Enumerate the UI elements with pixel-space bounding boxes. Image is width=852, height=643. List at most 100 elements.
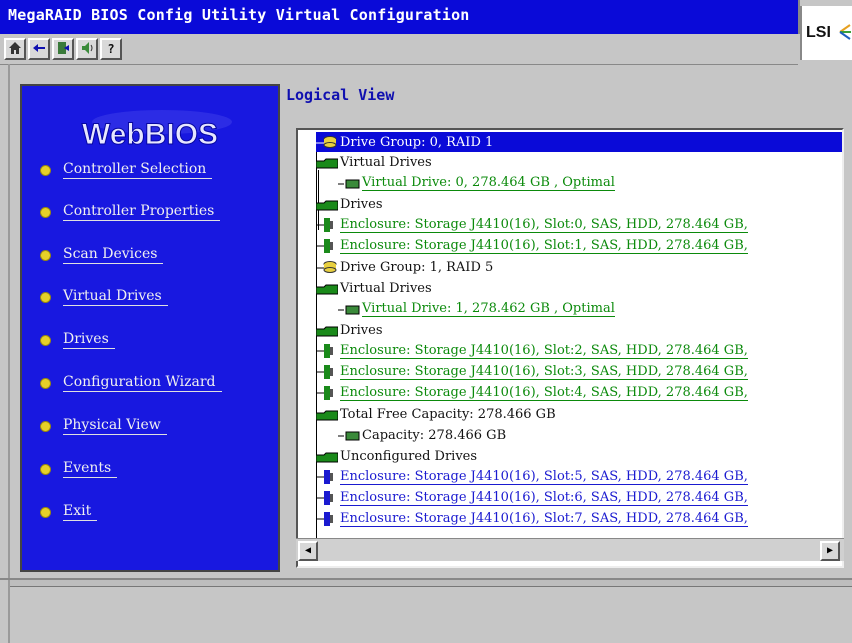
menu-label: Controller Properties (63, 203, 221, 221)
tree-row-label: Enclosure: Storage J4410(16), Slot:1, SA… (340, 238, 748, 254)
bullet-icon (40, 377, 51, 389)
menu-drives[interactable]: Drives (40, 328, 115, 352)
tree-row-drive-slot-5[interactable]: Enclosure: Storage J4410(16), Slot:5, SA… (316, 467, 748, 487)
menu-label: Exit (63, 503, 98, 521)
tree-row-label: Enclosure: Storage J4410(16), Slot:4, SA… (340, 385, 748, 401)
virtual-drive-icon (338, 176, 360, 190)
tree-row-drive-slot-1[interactable]: Enclosure: Storage J4410(16), Slot:1, SA… (316, 236, 748, 256)
bullet-icon (40, 463, 51, 475)
bullet-icon (40, 291, 51, 303)
menu-label: Scan Devices (63, 246, 164, 264)
toolbar: ? (0, 34, 798, 65)
status-bar (10, 580, 852, 587)
home-icon[interactable] (4, 38, 26, 60)
tree-row-label: Unconfigured Drives (340, 448, 478, 464)
menu-configuration-wizard[interactable]: Configuration Wizard (40, 371, 222, 395)
menu-physical-view[interactable]: Physical View (40, 414, 167, 438)
capacity-icon (338, 428, 360, 442)
tree-row-capacity[interactable]: Capacity: 278.466 GB (338, 425, 506, 445)
tree-row-unconfigured-drives[interactable]: Unconfigured Drives (315, 446, 478, 466)
window-title: MegaRAID BIOS Config Utility Virtual Con… (8, 6, 470, 24)
tree-row-virtual-drives[interactable]: Virtual Drives (315, 152, 432, 172)
tree-row-drive-slot-0[interactable]: Enclosure: Storage J4410(16), Slot:0, SA… (316, 215, 748, 235)
lsi-rays-icon (839, 24, 851, 40)
bullet-icon (40, 420, 51, 432)
hdd-green-icon (316, 344, 338, 358)
tree-row-label: Virtual Drive: 1, 278.462 GB , Optimal (362, 301, 615, 317)
tree-row-label: Virtual Drives (340, 154, 432, 170)
tree-row-drive-slot-3[interactable]: Enclosure: Storage J4410(16), Slot:3, SA… (316, 362, 748, 382)
menu-virtual-drives[interactable]: Virtual Drives (40, 285, 168, 309)
tree-row-drive-slot-6[interactable]: Enclosure: Storage J4410(16), Slot:6, SA… (316, 488, 748, 508)
tree-row-drive-slot-2[interactable]: Enclosure: Storage J4410(16), Slot:2, SA… (316, 341, 748, 361)
disk-group-icon (316, 260, 338, 274)
tree-row-label: Enclosure: Storage J4410(16), Slot:5, SA… (340, 469, 748, 485)
hdd-green-icon (316, 218, 338, 232)
tree-row-virtual-drive-0[interactable]: Virtual Drive: 0, 278.464 GB , Optimal (338, 173, 615, 193)
tree-row-label: Enclosure: Storage J4410(16), Slot:2, SA… (340, 343, 748, 359)
tree-row-label: Total Free Capacity: 278.466 GB (340, 406, 556, 422)
folder-icon (315, 407, 339, 421)
bullet-icon (40, 164, 51, 176)
hdd-blue-icon (316, 491, 338, 505)
tree-row-label: Enclosure: Storage J4410(16), Slot:3, SA… (340, 364, 748, 380)
scroll-right-icon[interactable]: ▶ (820, 541, 840, 561)
tree-row-label: Virtual Drive: 0, 278.464 GB , Optimal (362, 175, 615, 191)
logical-tree[interactable]: Drive Group: 0, RAID 1 Virtual Drives Vi… (296, 128, 844, 568)
menu-label: Virtual Drives (63, 288, 168, 306)
svg-text:WebBIOS: WebBIOS (82, 118, 218, 151)
tree-row-label: Drives (340, 196, 383, 212)
menu-controller-properties[interactable]: Controller Properties (40, 200, 221, 224)
virtual-drive-icon (338, 302, 360, 316)
menu-label: Events (63, 460, 118, 478)
folder-icon (315, 281, 339, 295)
menu-scan-devices[interactable]: Scan Devices (40, 243, 164, 267)
disk-group-icon (316, 135, 338, 149)
tree-row-virtual-drive-1[interactable]: Virtual Drive: 1, 278.462 GB , Optimal (338, 299, 615, 319)
bullet-icon (40, 506, 51, 518)
webbios-logo: WebBIOS (81, 110, 232, 152)
help-question-icon[interactable]: ? (100, 38, 122, 60)
bullet-icon (40, 249, 51, 261)
back-arrow-icon[interactable] (28, 38, 50, 60)
hdd-green-icon (316, 239, 338, 253)
hdd-green-icon (316, 365, 338, 379)
tree-row-label: Virtual Drives (340, 280, 432, 296)
tree-row-label: Drives (340, 322, 383, 338)
view-header: Logical View (282, 80, 852, 120)
tree-row-label: Enclosure: Storage J4410(16), Slot:7, SA… (340, 511, 748, 527)
menu-exit[interactable]: Exit (40, 500, 98, 524)
bullet-icon (40, 334, 51, 346)
tree-row-drive-slot-4[interactable]: Enclosure: Storage J4410(16), Slot:4, SA… (316, 383, 748, 403)
exit-door-icon[interactable] (52, 38, 74, 60)
tree-row-drives[interactable]: Drives (315, 194, 383, 214)
view-title: Logical View (286, 86, 395, 104)
menu-label: Physical View (63, 417, 167, 435)
lsi-logo: LSI (800, 6, 852, 60)
lsi-logo-text: LSI (806, 24, 831, 41)
folder-icon (315, 323, 339, 337)
menu-events[interactable]: Events (40, 457, 118, 481)
folder-icon (315, 449, 339, 463)
tree-row-virtual-drives[interactable]: Virtual Drives (315, 278, 432, 298)
tree-row-label: Enclosure: Storage J4410(16), Slot:6, SA… (340, 490, 748, 506)
menu-label: Controller Selection (63, 161, 213, 179)
tree-row-label: Drive Group: 0, RAID 1 (340, 134, 494, 150)
tree-row-label: Drive Group: 1, RAID 5 (340, 259, 494, 275)
tree-row-total-free-capacity[interactable]: Total Free Capacity: 278.466 GB (315, 404, 556, 424)
horizontal-scrollbar[interactable]: ◀ ▶ (296, 538, 844, 561)
menu-controller-selection[interactable]: Controller Selection (40, 158, 213, 182)
window-edge (8, 64, 10, 643)
speaker-icon[interactable] (76, 38, 98, 60)
folder-icon (315, 197, 339, 211)
sidebar: WebBIOS Controller Selection Controller … (20, 84, 280, 572)
scroll-left-icon[interactable]: ◀ (298, 541, 318, 561)
tree-row-drive-slot-7[interactable]: Enclosure: Storage J4410(16), Slot:7, SA… (316, 509, 748, 529)
hdd-green-icon (316, 386, 338, 400)
tree-row-drive-group-1[interactable]: Drive Group: 1, RAID 5 (316, 257, 493, 277)
tree-row-drives[interactable]: Drives (315, 320, 383, 340)
bullet-icon (40, 206, 51, 218)
tree-row-drive-group-0[interactable]: Drive Group: 0, RAID 1 (316, 132, 842, 152)
menu-label: Configuration Wizard (63, 374, 222, 392)
hdd-blue-icon (316, 470, 338, 484)
